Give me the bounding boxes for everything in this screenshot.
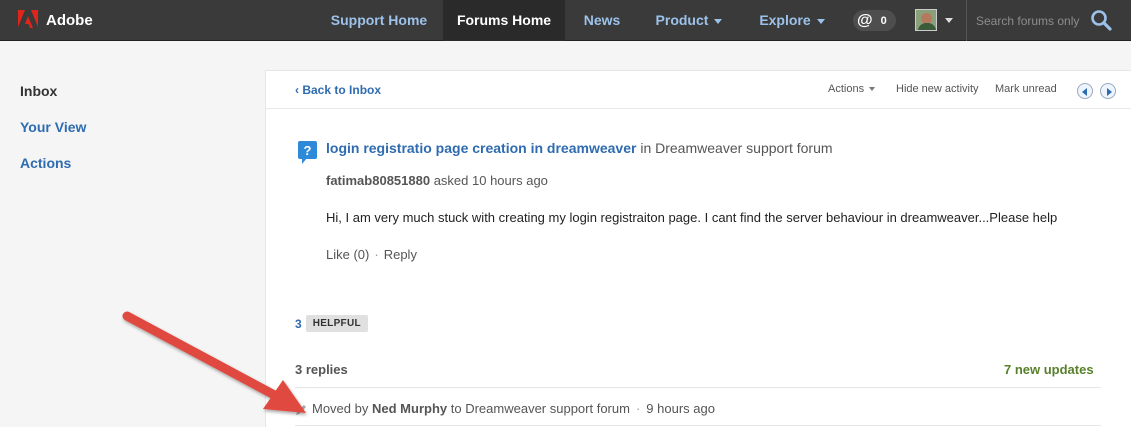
post-actions: Like (0) · Reply bbox=[326, 247, 417, 262]
nav-news-label: News bbox=[583, 12, 621, 28]
avatar[interactable] bbox=[915, 9, 937, 31]
nav-product-label: Product bbox=[655, 12, 709, 28]
divider bbox=[295, 425, 1101, 426]
nav-explore-label: Explore bbox=[759, 12, 811, 28]
search-input[interactable] bbox=[976, 10, 1084, 32]
arrow-right-icon bbox=[1107, 88, 1112, 96]
thread-title-link[interactable]: login registratio page creation in dream… bbox=[326, 140, 636, 156]
svg-text:?: ? bbox=[304, 143, 312, 158]
arrow-left-icon bbox=[1082, 88, 1087, 96]
chevron-down-icon bbox=[869, 87, 876, 92]
top-navigation-bar: Adobe Support Home Forums Home News Prod… bbox=[0, 0, 1131, 41]
post-body: Hi, I am very much stuck with creating m… bbox=[326, 210, 1058, 225]
thread-forum-link[interactable]: Dreamweaver support forum bbox=[655, 140, 832, 156]
nav-support-home-label: Support Home bbox=[330, 12, 428, 28]
thread-in-text: in bbox=[640, 140, 652, 156]
separator: · bbox=[635, 401, 641, 416]
moved-prefix: Moved by bbox=[312, 401, 369, 416]
nav-explore[interactable]: Explore bbox=[748, 0, 836, 41]
chevron-down-icon bbox=[816, 18, 825, 24]
actions-label: Actions bbox=[828, 83, 865, 95]
back-to-inbox-link[interactable]: ‹ Back to Inbox bbox=[295, 83, 381, 97]
mentions-button[interactable]: @ 0 bbox=[853, 10, 896, 31]
author-link[interactable]: fatimab80851880 bbox=[326, 173, 430, 188]
thread-title: login registratio page creation in dream… bbox=[326, 140, 833, 156]
sidebar: Inbox Your View Actions bbox=[0, 41, 240, 427]
hide-new-activity-button[interactable]: Hide new activity bbox=[896, 83, 979, 95]
divider bbox=[295, 387, 1101, 388]
at-icon: @ bbox=[857, 11, 873, 29]
helpful-indicator: 3 HELPFUL bbox=[295, 315, 368, 332]
nav-product[interactable]: Product bbox=[645, 0, 733, 41]
separator: · bbox=[374, 247, 379, 262]
sidebar-item-actions[interactable]: Actions bbox=[20, 155, 71, 171]
thread-panel: ‹ Back to Inbox Actions Hide new activit… bbox=[265, 70, 1131, 427]
helpful-badge: HELPFUL bbox=[305, 315, 368, 332]
nav-support-home[interactable]: Support Home bbox=[320, 0, 438, 41]
helpful-count: 3 bbox=[295, 316, 302, 331]
nav-forums-home[interactable]: Forums Home bbox=[443, 0, 565, 41]
moved-by-link[interactable]: Ned Murphy bbox=[372, 401, 447, 416]
question-icon: ? bbox=[298, 141, 317, 164]
like-button[interactable]: Like (0) bbox=[326, 247, 369, 262]
brand[interactable]: Adobe bbox=[18, 8, 93, 32]
chevron-down-icon bbox=[714, 18, 723, 24]
divider bbox=[966, 0, 967, 41]
moved-time: 9 hours ago bbox=[646, 401, 715, 416]
mentions-count: 0 bbox=[880, 14, 887, 27]
back-label: Back to Inbox bbox=[302, 83, 382, 97]
mark-unread-button[interactable]: Mark unread bbox=[995, 83, 1057, 95]
moved-activity-row: Moved by Ned Murphy to Dreamweaver suppo… bbox=[295, 401, 715, 416]
panel-header: ‹ Back to Inbox Actions Hide new activit… bbox=[266, 71, 1131, 109]
adobe-logo-icon bbox=[18, 10, 38, 28]
next-button[interactable] bbox=[1100, 83, 1116, 99]
pencil-icon bbox=[296, 404, 306, 415]
new-updates-link[interactable]: 7 new updates bbox=[1004, 362, 1094, 377]
reply-button[interactable]: Reply bbox=[384, 247, 417, 262]
nav-news[interactable]: News bbox=[572, 0, 632, 41]
byline: fatimab80851880 asked 10 hours ago bbox=[326, 173, 548, 188]
asked-time: asked 10 hours ago bbox=[433, 173, 548, 188]
replies-count: 3 replies bbox=[295, 362, 348, 377]
sidebar-item-inbox[interactable]: Inbox bbox=[20, 83, 57, 99]
previous-button[interactable] bbox=[1077, 83, 1093, 99]
moved-forum-link[interactable]: Dreamweaver support forum bbox=[465, 401, 630, 416]
search-icon[interactable] bbox=[1090, 9, 1112, 31]
moved-to-text: to bbox=[450, 401, 462, 416]
sidebar-item-your-view[interactable]: Your View bbox=[20, 119, 86, 135]
chevron-down-icon[interactable] bbox=[945, 18, 953, 23]
actions-dropdown[interactable]: Actions bbox=[828, 83, 876, 95]
nav-forums-home-label: Forums Home bbox=[456, 12, 552, 28]
brand-name: Adobe bbox=[46, 11, 93, 29]
